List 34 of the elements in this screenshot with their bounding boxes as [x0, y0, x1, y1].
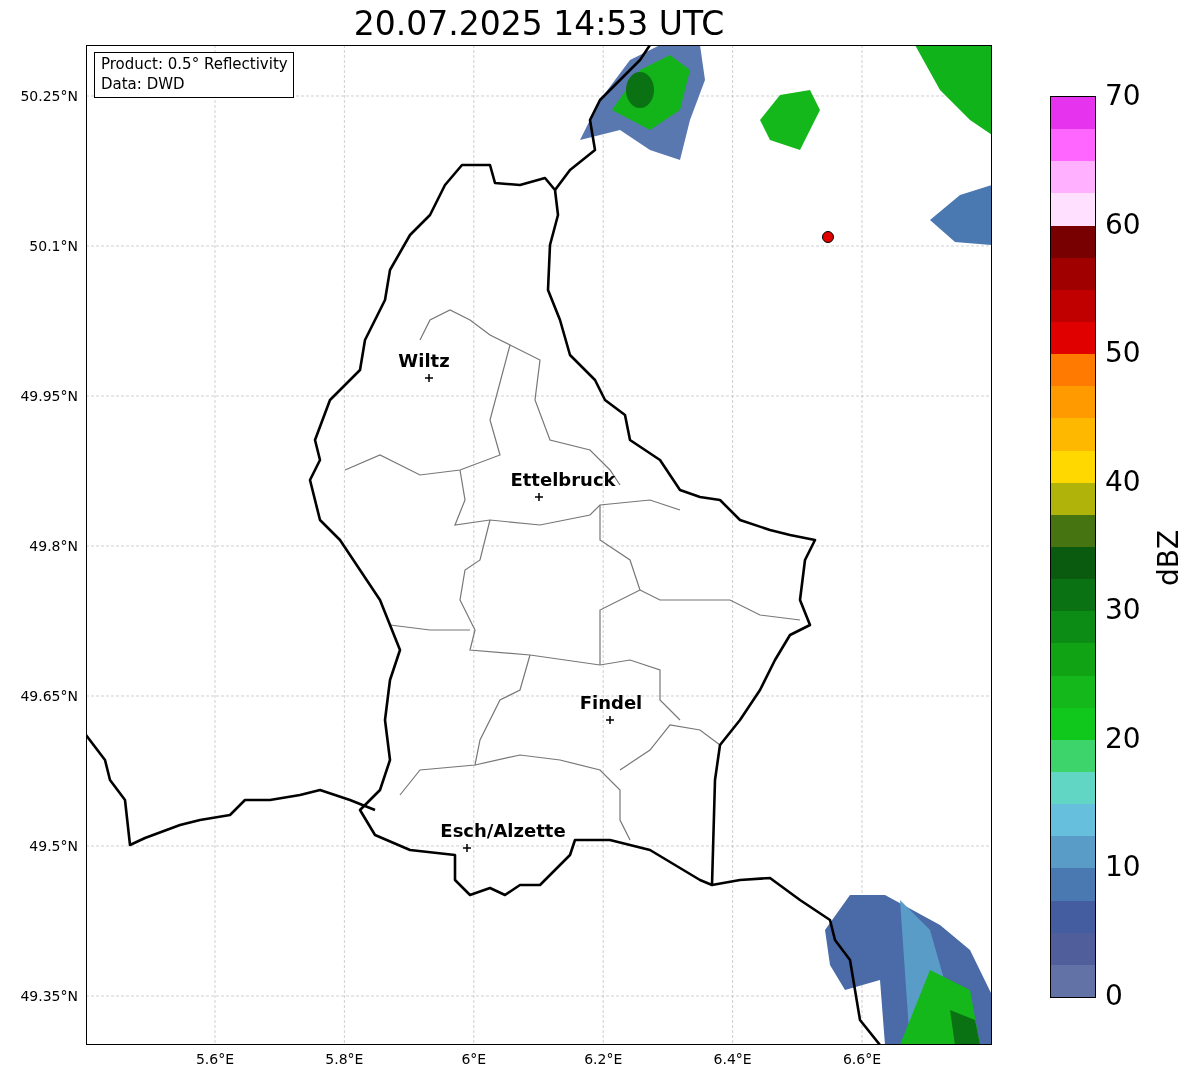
- colorbar-tick-label: 40: [1105, 464, 1141, 499]
- info-text: Data: DWD: [101, 74, 186, 94]
- city-marker-icon: [462, 843, 472, 853]
- colorbar-tick-label: 60: [1105, 207, 1141, 242]
- colorbar-tick-label: 10: [1105, 850, 1141, 885]
- city-marker-icon: [534, 492, 544, 502]
- info-text: Product: 0.5° Reflectivity: [101, 54, 288, 74]
- longitude-label: 6.4°E: [713, 1051, 752, 1067]
- colorbar-tick-label: 50: [1105, 336, 1141, 371]
- chart-title: 20.07.2025 14:53 UTC: [352, 4, 726, 44]
- latitude-label: 49.5°N: [29, 837, 78, 855]
- longitude-label: 6.6°E: [842, 1051, 882, 1067]
- radar-site-marker: [822, 231, 834, 243]
- colorbar-tick-label: 30: [1105, 593, 1141, 628]
- city-label: Ettelbruck: [510, 469, 616, 490]
- longitude-label: 5.6°E: [195, 1051, 235, 1067]
- longitude-label: 6°E: [461, 1051, 487, 1067]
- city-label: Esch/Alzette: [440, 820, 566, 841]
- city-label: Findel: [579, 692, 643, 713]
- latitude-label: 49.65°N: [20, 687, 78, 705]
- latitude-label: 49.8°N: [29, 537, 78, 555]
- colorbar-tick-label: 20: [1105, 721, 1141, 756]
- latitude-label: 50.1°N: [29, 237, 78, 255]
- latitude-label: 50.25°N: [20, 87, 78, 105]
- city-marker-icon: [605, 715, 615, 725]
- colorbar-tick-label: 70: [1105, 79, 1141, 113]
- city-marker-icon: [424, 373, 434, 383]
- longitude-label: 6.2°E: [584, 1051, 623, 1067]
- latitude-label: 49.35°N: [20, 987, 78, 1005]
- latitude-label: 49.95°N: [20, 387, 78, 405]
- colorbar-label: dBZ: [1152, 529, 1184, 586]
- colorbar-tick-label: 0: [1105, 979, 1123, 1013]
- longitude-label: 5.8°E: [325, 1051, 364, 1067]
- city-label: Wiltz: [398, 350, 450, 371]
